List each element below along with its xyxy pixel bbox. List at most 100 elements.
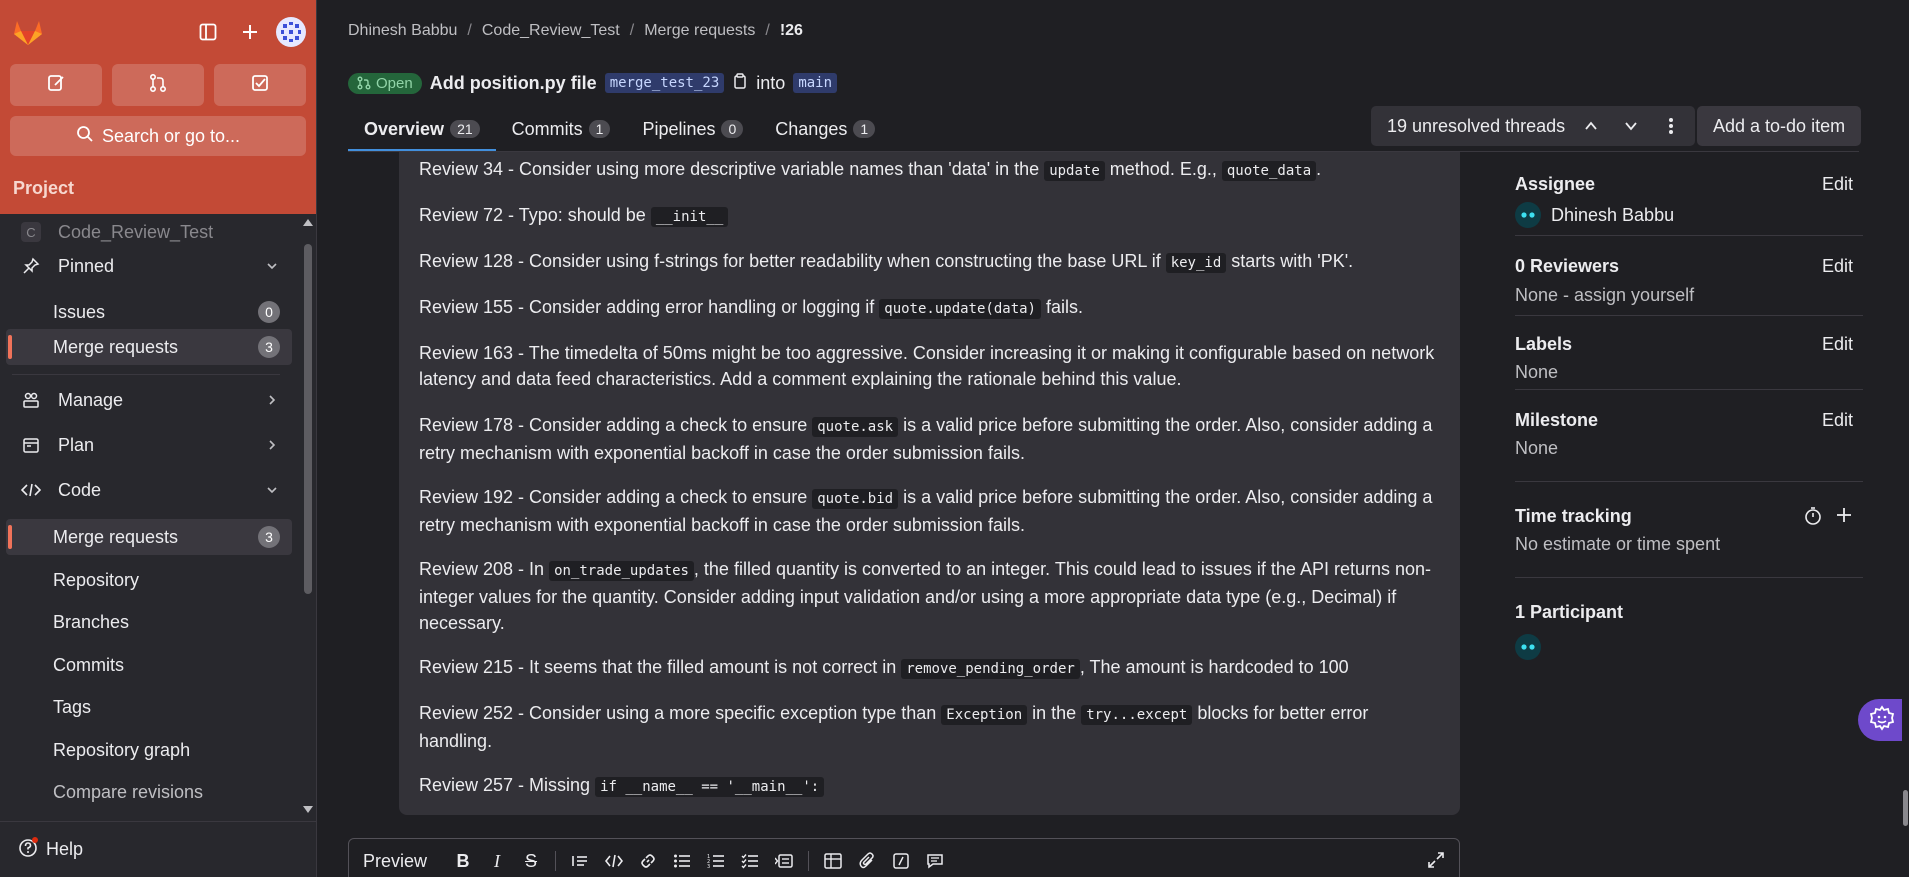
bold-icon[interactable]: B	[453, 851, 473, 872]
source-branch[interactable]: merge_test_23	[604, 73, 725, 93]
time-tracking-value: No estimate or time spent	[1515, 534, 1721, 554]
pinned-mr-label: Merge requests	[53, 336, 179, 357]
page-scrollbar[interactable]	[1902, 0, 1909, 877]
status-badge: Open	[348, 72, 422, 94]
task-list-icon[interactable]	[740, 853, 760, 869]
attachment-icon[interactable]	[857, 852, 877, 870]
inline-code: update	[1044, 161, 1105, 181]
chevron-right-icon	[266, 390, 278, 411]
add-todo-button[interactable]: Add a to-do item	[1697, 106, 1862, 146]
scroll-down-arrow-icon[interactable]	[303, 806, 313, 814]
edit-reviewers-button[interactable]: Edit	[1822, 256, 1853, 277]
chevron-down-icon[interactable]	[1617, 119, 1645, 133]
manage-icon	[18, 391, 44, 409]
review-item: Review 155 - Consider adding error handl…	[419, 294, 1444, 322]
edit-labels-button[interactable]: Edit	[1822, 334, 1853, 355]
link-icon[interactable]	[638, 852, 658, 870]
sidebar-item-pinned-merge-requests[interactable]: Merge requests 3	[6, 329, 292, 365]
sidebar-item-manage[interactable]: Manage	[6, 382, 292, 418]
tags-label: Tags	[53, 696, 92, 717]
review-text: Review 208 - In	[419, 559, 550, 579]
quote-icon[interactable]	[570, 853, 590, 869]
sidebar-item-plan[interactable]: Plan	[6, 427, 292, 463]
help-button[interactable]: Help	[0, 821, 316, 877]
breadcrumb-merge-requests[interactable]: Merge requests	[644, 22, 755, 40]
sidebar-item-pinned-issues[interactable]: Issues 0	[6, 294, 292, 330]
time-tracking-title: Time tracking	[1515, 506, 1632, 526]
bullet-list-icon[interactable]	[672, 853, 692, 869]
code-icon[interactable]	[604, 854, 624, 868]
expand-icon[interactable]	[1427, 851, 1445, 874]
into-label: into	[756, 72, 786, 93]
sidebar-item-tags[interactable]: Tags	[6, 689, 292, 725]
sidebar-scrollbar[interactable]	[301, 214, 315, 818]
quick-action-icon[interactable]	[891, 853, 911, 869]
pin-icon	[18, 257, 44, 275]
sidebar-item-code[interactable]: Code	[6, 472, 292, 508]
merge-requests-count-button[interactable]	[112, 64, 204, 106]
sidebar-scrollbar-thumb[interactable]	[304, 244, 312, 594]
assignee-entry[interactable]: Dhinesh Babbu	[1515, 202, 1674, 228]
sidebar-item-code-merge-requests[interactable]: Merge requests 3	[6, 519, 292, 555]
sidebar-item-repository-graph[interactable]: Repository graph	[6, 732, 292, 768]
mr-tabs: Overview 21 Commits 1 Pipelines 0 Change…	[348, 106, 891, 152]
tab-changes-count: 1	[853, 120, 876, 138]
sidebar-item-branches[interactable]: Branches	[6, 604, 292, 640]
italic-icon[interactable]: I	[487, 851, 507, 872]
reviewers-value[interactable]: None - assign yourself	[1515, 285, 1694, 306]
code-icon	[18, 482, 44, 498]
inline-code: try...except	[1081, 705, 1193, 725]
sidebar-item-commits[interactable]: Commits	[6, 647, 292, 683]
chevron-up-icon[interactable]	[1577, 119, 1605, 133]
review-item: Review 257 - Missing if __name__ == '__m…	[419, 772, 1444, 800]
table-icon[interactable]	[823, 853, 843, 869]
review-text: fails.	[1040, 297, 1083, 317]
review-text: Review 252 - Consider using a more speci…	[419, 703, 942, 723]
toolbar-divider	[555, 851, 557, 871]
preview-button[interactable]: Preview	[363, 851, 427, 872]
collapsible-icon[interactable]	[774, 853, 794, 869]
more-vertical-icon[interactable]	[1657, 117, 1685, 135]
editor-toolbar: Preview B I S 123	[349, 839, 1459, 877]
todo-count-button[interactable]	[214, 64, 306, 106]
tab-changes[interactable]: Changes 1	[759, 106, 891, 152]
copy-icon[interactable]	[732, 72, 748, 95]
strikethrough-icon[interactable]: S	[521, 851, 541, 872]
tab-overview[interactable]: Overview 21	[348, 106, 496, 152]
comment-template-icon[interactable]	[925, 853, 945, 869]
gitlab-logo-icon[interactable]	[10, 14, 46, 50]
main-content: Dhinesh Babbu / Code_Review_Test / Merge…	[317, 0, 1909, 877]
target-branch[interactable]: main	[793, 73, 838, 93]
sidebar-item-project[interactable]: C Code_Review_Test	[6, 214, 292, 250]
stopwatch-icon[interactable]	[1803, 506, 1823, 531]
tab-pipelines[interactable]: Pipelines 0	[626, 106, 759, 152]
sidebar-item-pinned[interactable]: Pinned	[6, 248, 292, 284]
edit-assignee-button[interactable]: Edit	[1822, 174, 1853, 195]
plus-icon[interactable]	[1835, 506, 1853, 529]
user-avatar[interactable]	[276, 17, 306, 47]
plus-icon[interactable]	[234, 16, 266, 48]
tab-commits[interactable]: Commits 1	[496, 106, 627, 152]
code-mr-label: Merge requests	[53, 526, 179, 547]
numbered-list-icon[interactable]: 123	[706, 853, 726, 869]
scroll-up-arrow-icon[interactable]	[303, 218, 313, 226]
sidebar-item-compare-revisions[interactable]: Compare revisions	[6, 774, 292, 810]
comment-editor[interactable]: Preview B I S 123	[348, 838, 1460, 877]
edit-milestone-button[interactable]: Edit	[1822, 410, 1853, 431]
breadcrumb-project[interactable]: Code_Review_Test	[482, 22, 620, 40]
branches-label: Branches	[53, 611, 130, 632]
review-item: Review 208 - In on_trade_updates, the fi…	[419, 556, 1444, 636]
breadcrumb-current[interactable]: !26	[780, 22, 803, 40]
page-scrollbar-thumb[interactable]	[1903, 790, 1908, 826]
breadcrumb-user[interactable]: Dhinesh Babbu	[348, 22, 457, 40]
review-text: Review 257 - Missing	[419, 775, 596, 795]
tab-pipelines-count: 0	[721, 120, 744, 138]
sidebar-toggle-icon[interactable]	[192, 16, 224, 48]
issues-count-button[interactable]	[10, 64, 102, 106]
sidebar-item-repository[interactable]: Repository	[6, 562, 292, 598]
review-text: .	[1316, 159, 1322, 179]
avatar[interactable]	[1515, 634, 1541, 660]
review-text: Review 192 - Consider adding a check to …	[419, 487, 813, 507]
search-button[interactable]: Search or go to...	[10, 116, 306, 156]
settings-button[interactable]	[1858, 699, 1906, 741]
